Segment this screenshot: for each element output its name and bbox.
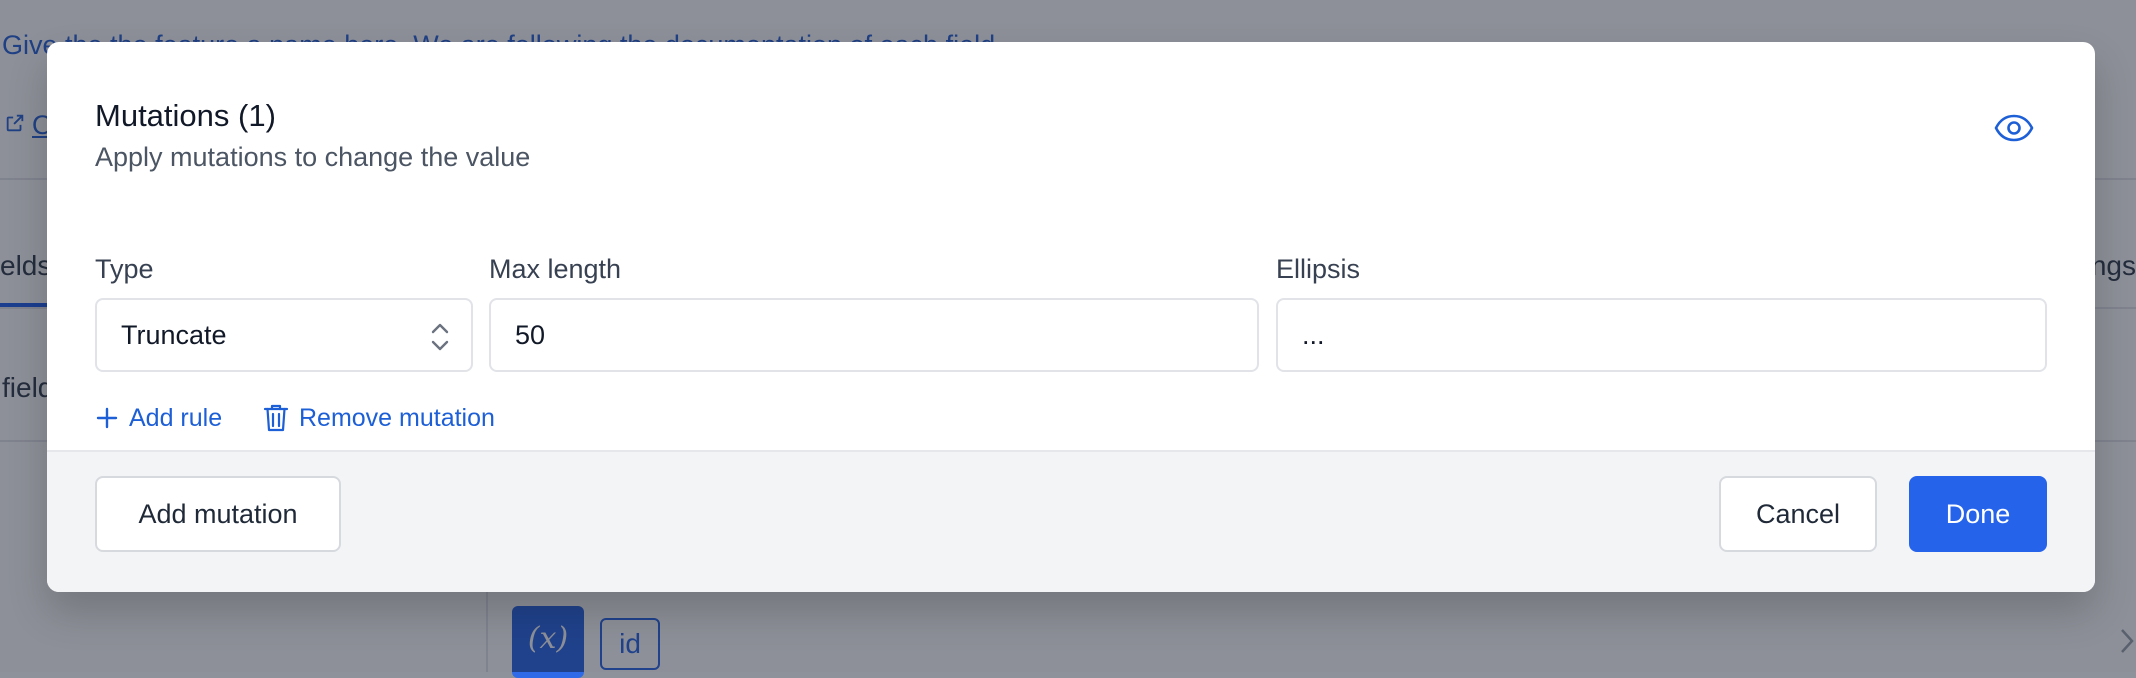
type-select[interactable]: Truncate [95, 298, 473, 372]
max-length-input[interactable]: 50 [489, 298, 1259, 372]
preview-toggle-button[interactable] [1989, 106, 2039, 150]
remove-mutation-label: Remove mutation [299, 404, 495, 433]
eye-icon [1994, 113, 2034, 143]
mutations-dialog: Mutations (1) Apply mutations to change … [47, 42, 2095, 592]
ellipsis-value: ... [1302, 320, 1325, 351]
add-mutation-button[interactable]: Add mutation [95, 476, 341, 552]
plus-icon [95, 406, 119, 430]
done-button[interactable]: Done [1909, 476, 2047, 552]
type-select-value: Truncate [121, 320, 227, 351]
cancel-button[interactable]: Cancel [1719, 476, 1877, 552]
dialog-subtitle: Apply mutations to change the value [95, 142, 530, 173]
select-arrows-icon [429, 320, 451, 354]
max-length-label: Max length [489, 254, 621, 285]
remove-mutation-button[interactable]: Remove mutation [263, 398, 495, 438]
add-rule-label: Add rule [129, 404, 222, 433]
dialog-title: Mutations (1) [95, 98, 276, 134]
max-length-value: 50 [515, 320, 545, 351]
add-rule-button[interactable]: Add rule [95, 398, 222, 438]
type-label: Type [95, 254, 154, 285]
ellipsis-input[interactable]: ... [1276, 298, 2047, 372]
ellipsis-label: Ellipsis [1276, 254, 1360, 285]
dialog-footer: Add mutation Cancel Done [47, 450, 2095, 592]
trash-icon [263, 403, 289, 433]
